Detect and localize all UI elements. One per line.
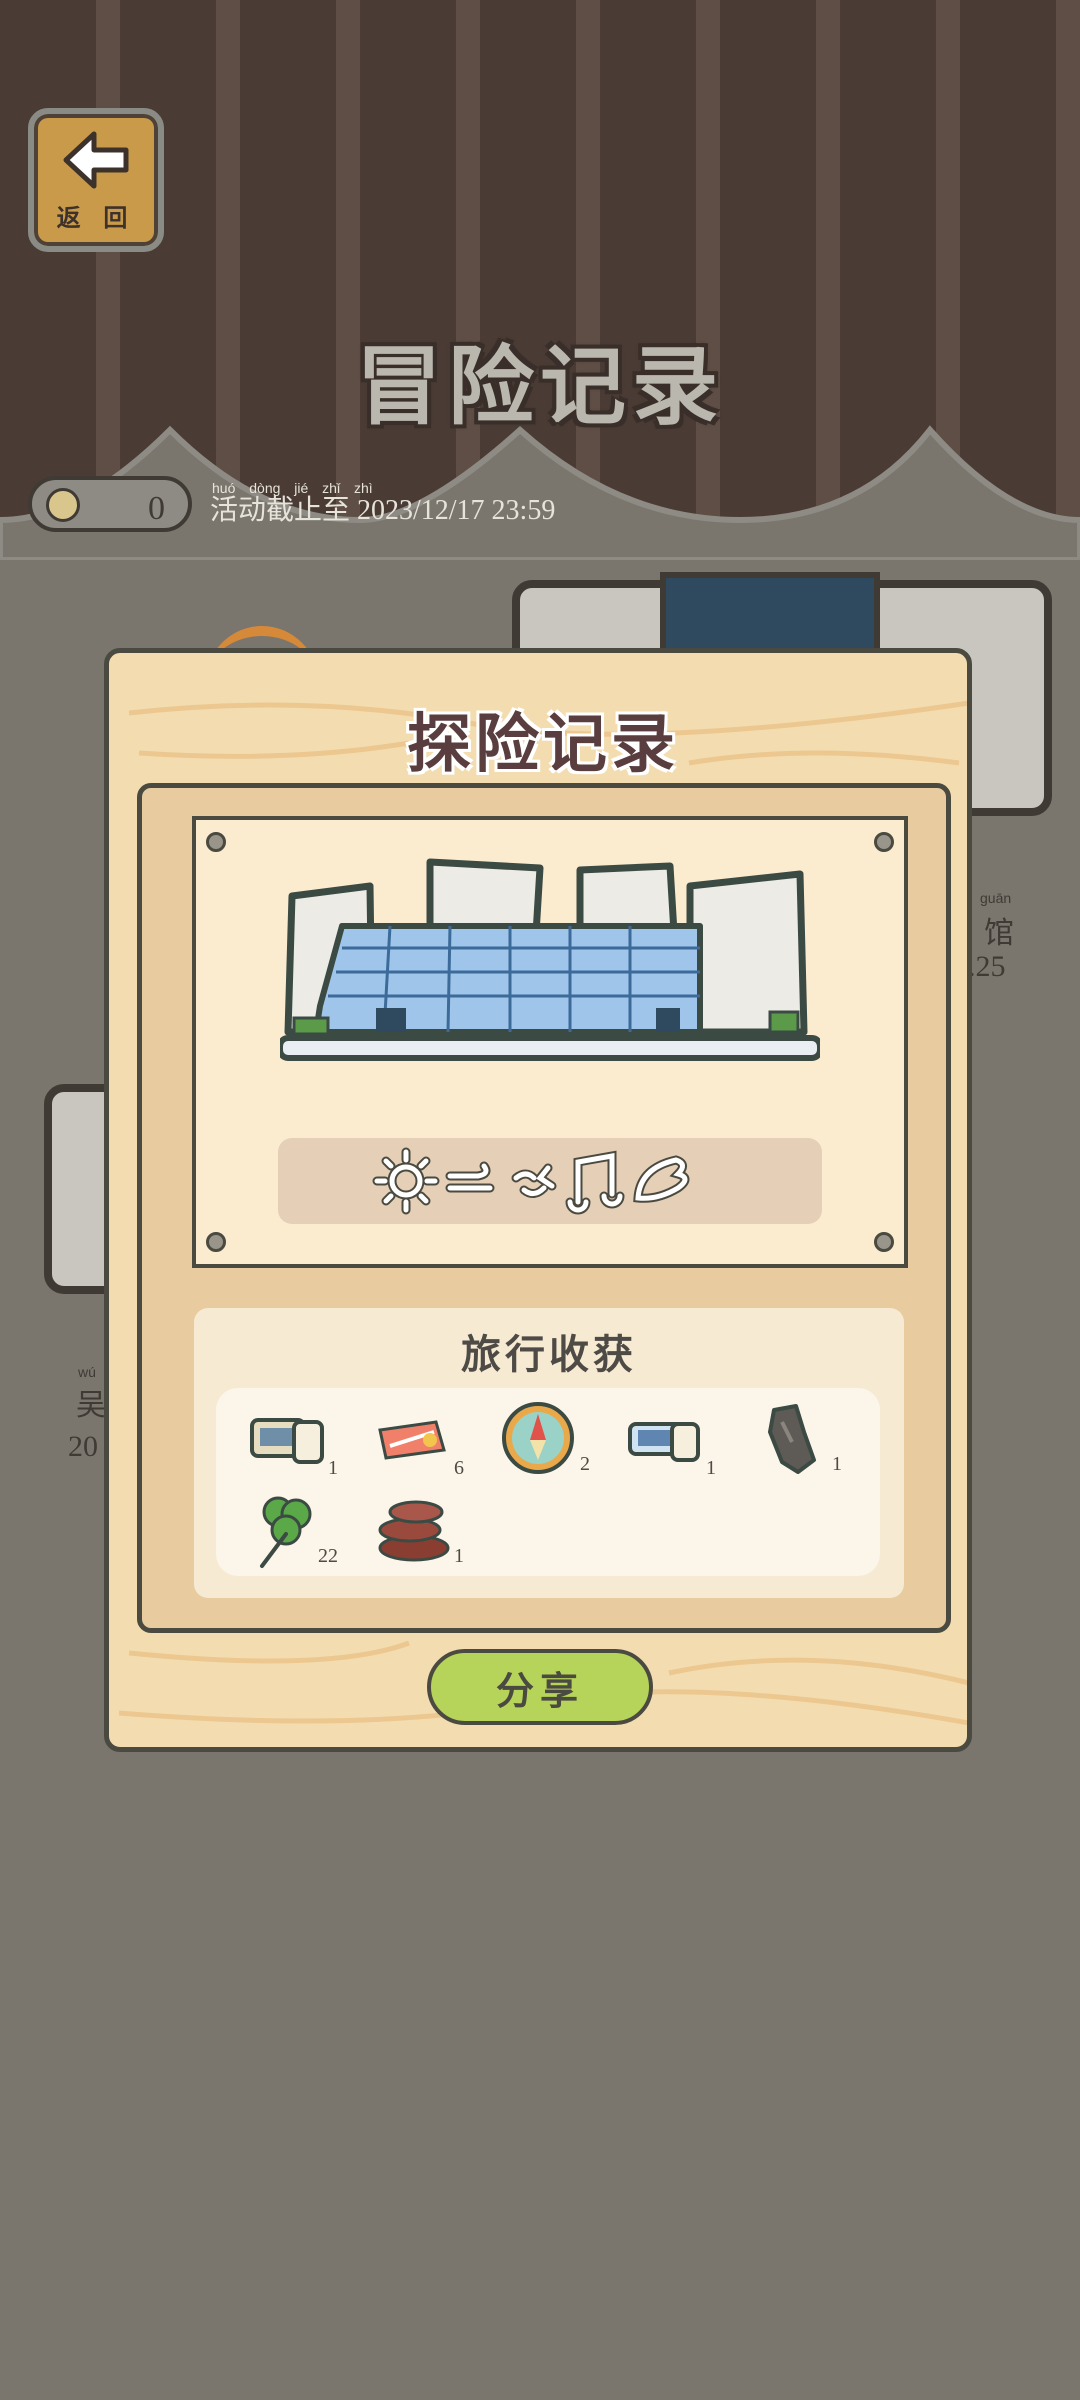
wing-icon xyxy=(633,1155,690,1203)
background-card-left-label: 吴 xyxy=(76,1389,106,1422)
harvest-item-rock[interactable]: 1 xyxy=(736,1396,856,1480)
harvest-item-wood-stack[interactable]: 1 xyxy=(358,1488,478,1572)
background-card-right-pinyin: guān xyxy=(980,890,1012,906)
back-button[interactable]: 返 回 xyxy=(28,108,164,252)
mood-icon-strip xyxy=(278,1138,822,1224)
museum-building-image xyxy=(280,858,820,1061)
coin-icon xyxy=(46,488,80,522)
harvest-item-clover[interactable]: 22 xyxy=(232,1488,352,1572)
item-quantity: 1 xyxy=(706,1457,716,1479)
back-arrow-icon xyxy=(63,131,129,188)
smile-icon xyxy=(511,1163,557,1198)
record-panel: 旅行收获 1 6 2 1 1 22 1 xyxy=(137,783,951,1633)
harvest-item-grid: 1 6 2 1 1 22 1 xyxy=(216,1388,880,1576)
background-card-right-date: .25 xyxy=(968,950,1006,983)
nail-icon xyxy=(874,1232,894,1252)
back-label: 返 回 xyxy=(56,204,136,232)
adventure-record-modal: 探险记录 旅行收获 1 6 2 1 1 22 1 分享 xyxy=(104,648,972,1752)
item-quantity: 6 xyxy=(454,1457,464,1479)
wind-icon xyxy=(445,1161,495,1193)
page-title: 冒险记录 xyxy=(356,339,724,435)
item-quantity: 1 xyxy=(328,1457,338,1479)
clover-counter: 0 xyxy=(28,476,192,532)
ticket-icon xyxy=(250,1418,324,1464)
sun-icon xyxy=(372,1147,440,1215)
mood-icons xyxy=(372,1147,690,1215)
item-quantity: 1 xyxy=(454,1545,464,1567)
harvest-item-compass[interactable]: 2 xyxy=(484,1396,604,1480)
rock-icon xyxy=(768,1404,816,1474)
harvest-item-ticket[interactable]: 1 xyxy=(232,1400,352,1484)
music-note-icon xyxy=(565,1150,625,1215)
photo-card xyxy=(192,816,908,1268)
item-quantity: 2 xyxy=(580,1453,590,1475)
red-card-icon xyxy=(378,1420,446,1460)
compass-icon xyxy=(502,1402,574,1474)
background-card-left-pinyin: wú xyxy=(78,1364,96,1380)
harvest-item-blue-ticket[interactable]: 1 xyxy=(610,1400,730,1484)
share-button[interactable]: 分享 xyxy=(427,1649,653,1725)
modal-title: 探险记录 xyxy=(407,708,679,780)
background-card-right-label: 馆 xyxy=(984,917,1014,950)
wood-stack-icon xyxy=(378,1500,450,1562)
background-card-left-date: 20 xyxy=(68,1430,98,1463)
event-deadline: 活动截止至 2023/12/17 23:59 xyxy=(210,495,556,526)
harvest-item-red-card[interactable]: 6 xyxy=(358,1400,478,1484)
harvest-title: 旅行收获 xyxy=(461,1333,637,1377)
nail-icon xyxy=(206,832,226,852)
item-quantity: 22 xyxy=(318,1545,338,1567)
ticket-blue-icon xyxy=(628,1422,700,1462)
nail-icon xyxy=(874,832,894,852)
clover-count: 0 xyxy=(148,490,165,527)
clover-icon xyxy=(260,1496,312,1568)
travel-harvest-section: 旅行收获 1 6 2 1 1 22 1 xyxy=(194,1308,904,1598)
nail-icon xyxy=(206,1232,226,1252)
item-quantity: 1 xyxy=(832,1453,842,1475)
